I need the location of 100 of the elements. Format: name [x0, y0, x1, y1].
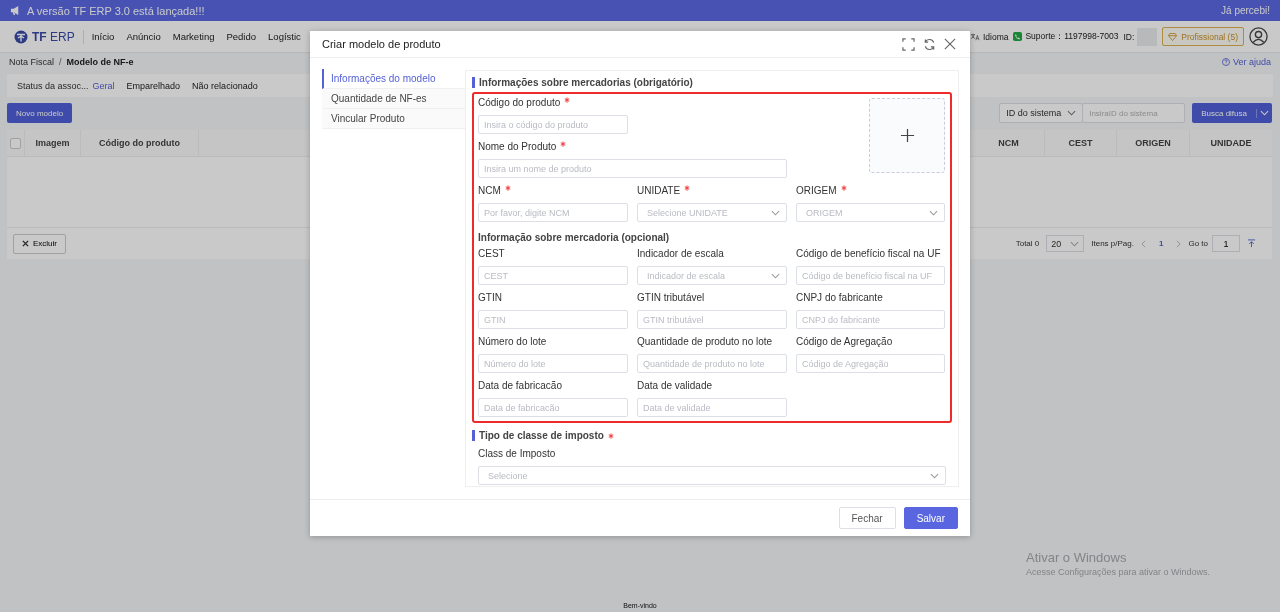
nav-link[interactable]: Pedido [226, 31, 257, 42]
field-label: Indicador de escala [637, 248, 724, 259]
help-icon [1221, 58, 1230, 66]
refresh-button[interactable] [923, 37, 936, 51]
input-field[interactable]: Quantidade de produto no lote [637, 354, 787, 373]
column-header: CEST [1068, 138, 1093, 148]
page-size-label: Itens p/Pag. [1091, 239, 1134, 248]
close-button[interactable] [944, 38, 956, 50]
caret-icon [1070, 240, 1080, 247]
field-label: Nome do Produto [478, 141, 557, 152]
search-type-select[interactable]: ID do sistema [999, 103, 1084, 123]
input-field[interactable]: Código de benefício fiscal na UF [796, 266, 945, 285]
caret-icon [1260, 110, 1269, 116]
support-phone: Suporte：1197998-7003 [1025, 30, 1119, 43]
nav-link[interactable]: Início [91, 31, 115, 42]
section-title: Informação sobre mercadoria (opcional) [478, 232, 671, 243]
field-label: Data de validade [637, 380, 713, 391]
refresh-icon [923, 37, 936, 51]
caret-icon [930, 472, 939, 479]
close-icon [22, 240, 29, 247]
chevron-left-icon[interactable] [1140, 239, 1146, 248]
input-field[interactable]: Insira o código do produto [478, 115, 628, 134]
fullscreen-button[interactable] [902, 37, 915, 51]
nav-link[interactable]: Logístic [268, 31, 301, 42]
input-field[interactable]: GTIN tributável [637, 310, 787, 329]
language-link[interactable]: Idioma [982, 31, 1009, 42]
caret-icon [929, 209, 938, 216]
column-header: UNIDADE [1210, 138, 1252, 148]
field-label: Quantidade de produto no lote [637, 336, 773, 347]
nav-link[interactable]: Marketing [172, 31, 215, 42]
input-field[interactable]: Data de fabricacão [478, 398, 628, 417]
breadcrumb-link[interactable]: Nota Fiscal [9, 57, 54, 67]
page-size-select[interactable]: 20 [1046, 235, 1085, 252]
section-title: Tipo de classe de imposto [479, 430, 604, 441]
caret-icon [771, 209, 780, 216]
goto-page-field[interactable]: 1 [1212, 235, 1240, 252]
caret-icon [1067, 110, 1077, 116]
filter-option[interactable]: Geral [92, 80, 115, 91]
goto-label: Go to [1188, 239, 1208, 248]
help-link[interactable]: Ver ajuda [1221, 57, 1271, 67]
side-tab[interactable]: Vincular Produto [322, 109, 465, 129]
side-tab[interactable]: Informações do modelo [322, 69, 465, 89]
field-label: ORIGEM [796, 185, 837, 196]
avatar-icon[interactable] [1249, 27, 1268, 46]
column-header: Código do produto [99, 138, 180, 148]
id-label: ID: [1123, 31, 1135, 42]
field-label: UNIDATE [637, 185, 681, 196]
close-icon [944, 38, 956, 50]
fuzzy-search-button[interactable]: Busca difusa [1192, 103, 1272, 123]
column-header: Imagem [35, 138, 70, 148]
input-field[interactable]: CEST [478, 266, 628, 285]
field-label: NCM [478, 185, 501, 196]
logo-icon [14, 29, 28, 44]
back-to-top-icon[interactable] [1247, 239, 1256, 248]
field-label: GTIN tributável [637, 292, 705, 303]
section-title: Informações sobre mercadorias (obrigatório) [479, 77, 693, 88]
new-model-button[interactable]: Novo modelo [7, 103, 73, 123]
save-button[interactable]: Salvar [903, 507, 958, 529]
breadcrumb-current: Modelo de NF-e [66, 57, 134, 67]
input-field[interactable]: Por favor, digite NCM [478, 203, 628, 222]
filter-option[interactable]: Emparelhado [126, 80, 181, 91]
column-header: ORIGEN [1135, 138, 1171, 148]
plus-icon [899, 128, 915, 143]
field-label: CEST [478, 248, 505, 259]
announcement-text: A versão TF ERP 3.0 está lançada!!! [27, 4, 205, 17]
dismiss-link[interactable]: Já percebi! [1221, 5, 1270, 16]
input-field[interactable]: Número do lote [478, 354, 628, 373]
side-tab[interactable]: Quantidade de NF-es [322, 89, 465, 109]
field-label: GTIN [478, 292, 502, 303]
phone-icon [1013, 32, 1023, 41]
caret-icon [771, 272, 780, 279]
input-field[interactable]: CNPJ do fabricante [796, 310, 945, 329]
filter-option[interactable]: Não relacionado [192, 80, 258, 91]
close-dialog-button[interactable]: Fechar [838, 507, 896, 529]
field-label: Código de Agregação [796, 336, 893, 347]
nav-link[interactable]: Anúncio [126, 31, 161, 42]
breadcrumb-separator: / [59, 57, 62, 67]
field-label: Data de fabricacão [478, 380, 562, 391]
input-field[interactable]: Código de Agregação [796, 354, 945, 373]
diamond-icon [1168, 32, 1178, 41]
input-field[interactable]: GTIN [478, 310, 628, 329]
logo-text: TF ERP [32, 29, 75, 44]
field-label: Código do produto [478, 97, 561, 108]
megaphone-icon [10, 5, 21, 16]
delete-button[interactable]: Excluir [13, 233, 66, 254]
input-field[interactable]: Data de validade [637, 398, 787, 417]
input-field[interactable]: Insira um nome de produto [478, 159, 787, 178]
fullscreen-icon [902, 37, 915, 51]
page-number[interactable]: 1 [1152, 239, 1170, 248]
field-label: Código de benefício fiscal na UF [796, 248, 941, 259]
field-label: Class de Imposto [478, 448, 556, 459]
column-header: NCM [998, 138, 1019, 148]
field-label: Número do lote [478, 336, 547, 347]
translate-icon [969, 32, 980, 41]
activation-title: Ativar o Windows [1026, 550, 1128, 565]
chevron-right-icon[interactable] [1176, 239, 1182, 248]
field-label: CNPJ do fabricante [796, 292, 883, 303]
select-all-checkbox[interactable] [10, 137, 21, 149]
total-count: Total 0 [1015, 239, 1040, 248]
dialog-title: Criar modelo de produto [322, 38, 442, 50]
